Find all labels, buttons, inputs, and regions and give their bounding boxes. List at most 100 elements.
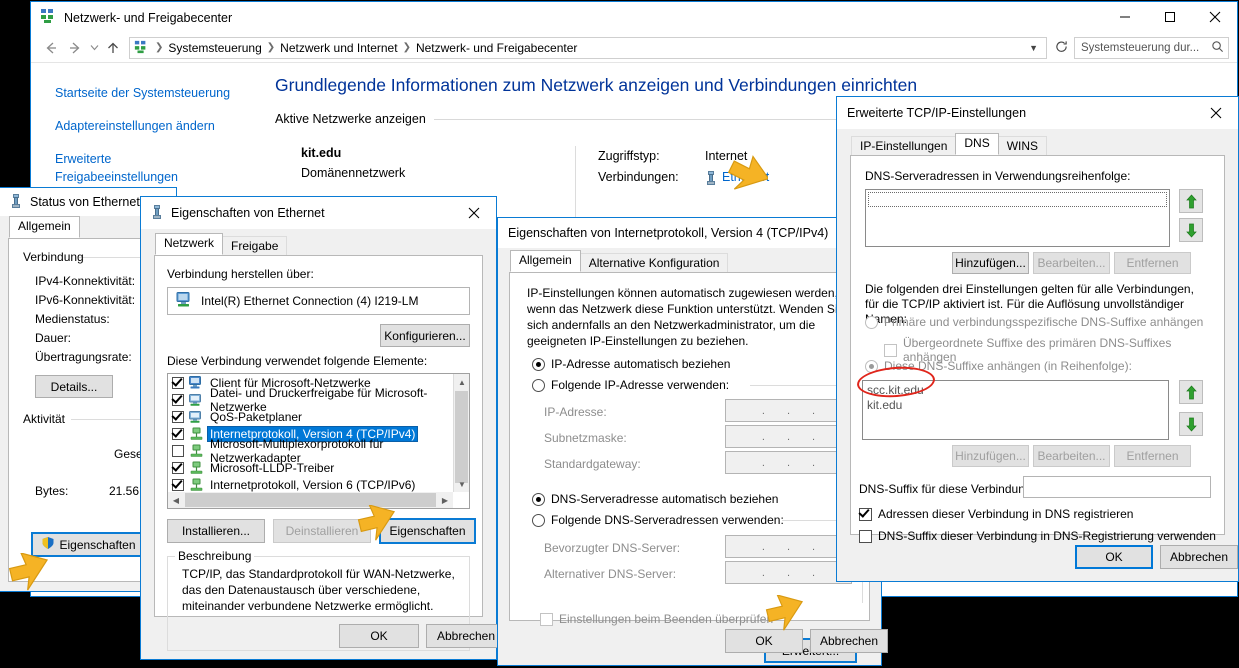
horizontal-scroll-thumb[interactable]	[185, 493, 436, 507]
status-properties-button[interactable]: Eigenschaften	[31, 532, 146, 557]
tab-ip-einstellungen[interactable]: IP-Einstellungen	[851, 136, 956, 156]
section-header-label: Aktive Netzwerke anzeigen	[275, 112, 426, 126]
dns-servers-listbox[interactable]	[865, 189, 1170, 247]
breadcrumb-item-1[interactable]: Systemsteuerung	[165, 41, 264, 55]
radio-manual-ip-row[interactable]: Folgende IP-Adresse verwenden:	[532, 378, 729, 392]
ethernet-properties-button[interactable]: Eigenschaften	[379, 518, 476, 544]
tab-wins[interactable]: WINS	[998, 136, 1047, 156]
ipv4-ok-button[interactable]: OK	[725, 629, 803, 653]
adv-ok-button[interactable]: OK	[1075, 545, 1153, 569]
checkbox-parent-suffix[interactable]	[884, 344, 897, 357]
ipv4-cancel-button[interactable]: Abbrechen	[810, 629, 888, 653]
adapter-name: Intel(R) Ethernet Connection (4) I219-LM	[201, 294, 418, 308]
chevron-down-icon[interactable]: ▼	[1023, 43, 1044, 53]
dns-server-move-down-button[interactable]	[1179, 218, 1203, 242]
tab-alternative-konfiguration[interactable]: Alternative Konfiguration	[580, 253, 729, 273]
radio-manual-dns[interactable]	[532, 514, 545, 527]
radio-primary-suffix-row[interactable]: Primäre und verbindungsspezifische DNS-S…	[865, 315, 1203, 329]
close-button[interactable]	[1192, 2, 1237, 32]
suffix-move-up-button[interactable]	[1179, 380, 1203, 404]
scroll-left-icon[interactable]: ◀	[168, 492, 184, 508]
recent-locations-button[interactable]	[87, 36, 101, 60]
network-element-checkbox[interactable]	[172, 479, 184, 491]
eth-props-ok-button[interactable]: OK	[339, 624, 419, 648]
eth-props-close-button[interactable]	[451, 197, 496, 229]
minimize-button[interactable]	[1102, 2, 1147, 32]
scroll-right-icon[interactable]: ▶	[437, 492, 453, 508]
network-element-checkbox[interactable]	[172, 411, 184, 423]
scroll-down-icon[interactable]: ▼	[454, 476, 470, 492]
radio-manual-dns-row[interactable]: Folgende DNS-Serveradressen verwenden:	[532, 513, 784, 527]
radio-primary-suffix[interactable]	[865, 316, 878, 329]
checkbox-register-addresses[interactable]	[859, 508, 872, 521]
tab-allgemein[interactable]: Allgemein	[9, 216, 80, 238]
ethernet-link[interactable]: Ethernet	[722, 167, 769, 188]
dns-suffix-item[interactable]: scc.kit.edu	[867, 383, 1168, 398]
install-button[interactable]: Installieren...	[167, 519, 265, 543]
breadcrumb-separator: ❯	[401, 42, 413, 53]
checkbox-register-row[interactable]: Adressen dieser Verbindung in DNS regist…	[859, 507, 1133, 521]
elements-rows: Client für Microsoft-NetzwerkeDatei- und…	[168, 374, 453, 492]
dns-servers-label: DNS-Serveradressen in Verwendungsreihenf…	[865, 169, 1130, 183]
dns-server-add-button[interactable]: Hinzufügen...	[952, 252, 1029, 274]
radio-auto-ip-row[interactable]: IP-Adresse automatisch beziehen	[532, 357, 730, 371]
network-element-row[interactable]: Datei- und Druckerfreigabe für Microsoft…	[168, 391, 453, 408]
ipv4-properties-dialog: Eigenschaften von Internetprotokoll, Ver…	[497, 217, 882, 666]
checkbox-use-suffix[interactable]	[859, 530, 872, 543]
dns-suffix-list[interactable]: scc.kit.edukit.edu	[862, 380, 1169, 440]
elements-vertical-scrollbar[interactable]: ▲ ▼	[453, 374, 469, 492]
suffix-remove-button: Entfernen	[1114, 445, 1191, 467]
suffix-edit-button: Bearbeiten...	[1033, 445, 1110, 467]
dns-server-edit-button: Bearbeiten...	[1033, 252, 1110, 274]
ipv4-tab-strip: Allgemein Alternative Konfiguration	[498, 250, 881, 272]
maximize-button[interactable]	[1147, 2, 1192, 32]
ethernet-properties-icon	[151, 205, 163, 222]
network-element-checkbox[interactable]	[172, 445, 184, 457]
radio-auto-dns-row[interactable]: DNS-Serveradresse automatisch beziehen	[532, 492, 778, 506]
elements-horizontal-scrollbar[interactable]: ◀ ▶	[168, 492, 453, 508]
dns-server-move-up-button[interactable]	[1179, 189, 1203, 213]
refresh-icon[interactable]	[1049, 40, 1074, 56]
breadcrumb-item-2[interactable]: Netzwerk und Internet	[277, 41, 400, 55]
network-element-checkbox[interactable]	[172, 377, 184, 389]
sidebar-item-adapter-settings[interactable]: Adaptereinstellungen ändern	[31, 105, 239, 138]
sidebar-item-control-panel-home[interactable]: Startseite der Systemsteuerung	[31, 81, 239, 105]
dns-suffix-item[interactable]: kit.edu	[867, 398, 1168, 413]
tab-freigabe[interactable]: Freigabe	[222, 236, 287, 256]
back-button[interactable]	[39, 36, 63, 60]
network-elements-listbox[interactable]: Client für Microsoft-NetzwerkeDatei- und…	[167, 373, 470, 509]
tab-dns[interactable]: DNS	[955, 133, 998, 155]
network-element-checkbox[interactable]	[172, 428, 184, 440]
radio-auto-dns[interactable]	[532, 493, 545, 506]
tab-netzwerk[interactable]: Netzwerk	[155, 233, 223, 255]
network-element-checkbox[interactable]	[172, 462, 184, 474]
scroll-up-icon[interactable]: ▲	[454, 374, 470, 390]
radio-these-suffixes[interactable]	[865, 360, 878, 373]
address-bar[interactable]: ❯ Systemsteuerung ❯ Netzwerk und Interne…	[129, 37, 1047, 59]
eth-props-cancel-button[interactable]: Abbrechen	[426, 624, 506, 648]
search-input[interactable]: Systemsteuerung dur...	[1074, 37, 1229, 59]
up-button[interactable]	[101, 36, 125, 60]
adv-title-bar: Erweiterte TCP/IP-Einstellungen	[837, 97, 1238, 129]
radio-auto-ip[interactable]	[532, 358, 545, 371]
network-client-icon	[189, 376, 204, 390]
breadcrumb-item-3[interactable]: Netzwerk- und Freigabecenter	[413, 41, 580, 55]
radio-manual-ip[interactable]	[532, 379, 545, 392]
connection-suffix-input[interactable]	[1023, 476, 1211, 498]
configure-button[interactable]: Konfigurieren...	[380, 324, 470, 347]
tab-allgemein[interactable]: Allgemein	[510, 250, 581, 272]
adv-cancel-button[interactable]: Abbrechen	[1160, 545, 1238, 569]
validate-settings-row[interactable]: Einstellungen beim Beenden überprüfen	[540, 612, 773, 626]
network-element-checkbox[interactable]	[172, 394, 184, 406]
suffix-move-down-button[interactable]	[1179, 412, 1203, 436]
forward-button[interactable]	[63, 36, 87, 60]
adv-close-button[interactable]	[1193, 97, 1238, 129]
checkbox-use-suffix-row[interactable]: DNS-Suffix dieser Verbindung in DNS-Regi…	[859, 529, 1216, 543]
vertical-scroll-thumb[interactable]	[455, 391, 468, 483]
details-button[interactable]: Details...	[35, 375, 113, 398]
validate-settings-checkbox[interactable]	[540, 613, 553, 626]
radio-these-suffixes-row[interactable]: Diese DNS-Suffixe anhängen (in Reihenfol…	[865, 359, 1132, 373]
network-element-row[interactable]: Internetprotokoll, Version 6 (TCP/IPv6)	[168, 476, 453, 492]
ip-dot-1: .	[751, 405, 776, 417]
network-element-row[interactable]: Microsoft-Multiplexorprotokoll für Netzw…	[168, 442, 453, 459]
